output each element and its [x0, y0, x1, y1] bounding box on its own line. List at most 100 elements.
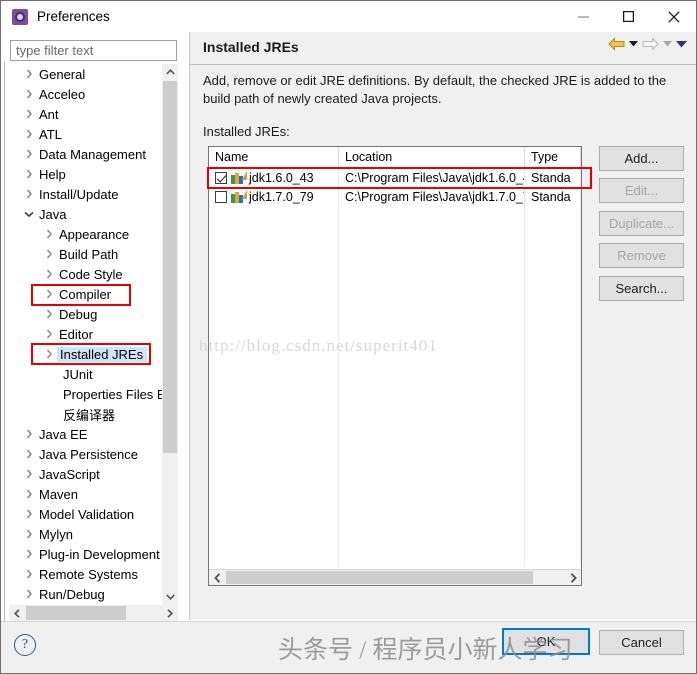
tree-item-javascript[interactable]: JavaScript — [9, 464, 161, 484]
chevron-right-icon[interactable] — [21, 569, 37, 579]
tree-item-mylyn[interactable]: Mylyn — [9, 524, 161, 544]
tree-item-data-management[interactable]: Data Management — [9, 144, 161, 164]
window-controls — [561, 1, 696, 32]
tree-item-properties-files-ed[interactable]: Properties Files Ed — [9, 384, 173, 404]
tree-item-installed-jres[interactable]: Installed JREs — [9, 344, 161, 364]
back-arrow-icon[interactable] — [608, 37, 625, 51]
tree-item-java-ee[interactable]: Java EE — [9, 424, 161, 444]
tree-scroll-up-arrow-icon[interactable] — [162, 64, 178, 80]
table-row[interactable]: jdk1.7.0_79 C:\Program Files\Java\jdk1.7.… — [209, 187, 581, 206]
tree-item-install-update[interactable]: Install/Update — [9, 184, 161, 204]
tree-item-atl[interactable]: ATL — [9, 124, 161, 144]
back-dropdown-chevron-down-icon[interactable] — [629, 41, 638, 47]
chevron-down-icon[interactable] — [21, 211, 37, 218]
jre-table[interactable]: Name Location Type jdk1.6.0_43 C:\Program… — [208, 146, 582, 586]
filter-input[interactable]: type filter text — [10, 40, 177, 61]
tree-item-label: ATL — [39, 126, 62, 142]
table-scroll-left-arrow-icon[interactable] — [209, 570, 225, 585]
table-row[interactable]: jdk1.6.0_43 C:\Program Files\Java\jdk1.6.… — [209, 168, 581, 187]
tree-item-label: Editor — [59, 326, 93, 342]
preferences-tree[interactable]: General Acceleo Ant ATL Data Management Help I… — [9, 64, 179, 620]
table-scroll-right-arrow-icon[interactable] — [565, 570, 581, 585]
chevron-right-icon[interactable] — [21, 429, 37, 439]
chevron-right-icon[interactable] — [41, 249, 57, 259]
chevron-right-icon[interactable] — [21, 589, 37, 599]
chevron-right-icon[interactable] — [21, 69, 37, 79]
tree-horizontal-scroll-thumb[interactable] — [26, 606, 126, 620]
tree-vertical-scrollbar[interactable] — [162, 64, 178, 605]
remove-button: Remove — [599, 243, 684, 268]
column-header-location[interactable]: Location — [339, 147, 525, 167]
chevron-right-icon[interactable] — [21, 449, 37, 459]
tree-item-plug-in-development[interactable]: Plug-in Development — [9, 544, 161, 564]
tree-item-model-validation[interactable]: Model Validation — [9, 504, 161, 524]
tree-item-java[interactable]: Java — [9, 204, 161, 224]
chevron-right-icon[interactable] — [21, 549, 37, 559]
chevron-right-icon[interactable] — [21, 129, 37, 139]
tree-item-ant[interactable]: Ant — [9, 104, 161, 124]
chevron-right-icon[interactable] — [21, 169, 37, 179]
table-horizontal-scrollbar[interactable] — [209, 569, 581, 585]
view-menu-chevron-down-icon[interactable] — [676, 40, 687, 48]
table-empty-row — [209, 377, 581, 396]
tree-item-label: Build Path — [59, 246, 119, 262]
tree-item-debug[interactable]: Debug — [9, 304, 161, 324]
chevron-right-icon[interactable] — [41, 289, 57, 299]
column-header-type[interactable]: Type — [525, 147, 581, 167]
preferences-tree-list: General Acceleo Ant ATL Data Management Help I… — [9, 64, 173, 604]
chevron-right-icon[interactable] — [21, 489, 37, 499]
title-bar: Preferences — [1, 1, 696, 32]
tree-scroll-down-arrow-icon[interactable] — [162, 589, 178, 605]
tree-item-[interactable]: 反编译器 — [9, 404, 161, 424]
jre-checkbox[interactable] — [215, 190, 227, 203]
close-button[interactable] — [651, 1, 696, 32]
help-question-icon[interactable]: ? — [14, 634, 36, 656]
tree-item-help[interactable]: Help — [9, 164, 161, 184]
chevron-right-icon[interactable] — [41, 329, 57, 339]
add-button[interactable]: Add... — [599, 146, 684, 171]
tree-item-acceleo[interactable]: Acceleo — [9, 84, 161, 104]
chevron-right-icon[interactable] — [41, 269, 57, 279]
preferences-window: Preferences type filter text General Acce… — [0, 0, 697, 674]
chevron-right-icon[interactable] — [21, 509, 37, 519]
maximize-button[interactable] — [606, 1, 651, 32]
minimize-button[interactable] — [561, 1, 606, 32]
chevron-right-icon[interactable] — [41, 309, 57, 319]
tree-item-run-debug[interactable]: Run/Debug — [9, 584, 161, 604]
chevron-right-icon[interactable] — [21, 149, 37, 159]
chevron-right-icon[interactable] — [41, 229, 57, 239]
tree-item-appearance[interactable]: Appearance — [9, 224, 161, 244]
jre-name-cell[interactable]: jdk1.7.0_79 — [209, 187, 339, 206]
tree-item-label: Data Management — [39, 146, 146, 162]
jre-type-cell: Standa — [525, 168, 581, 187]
tree-item-junit[interactable]: JUnit — [9, 364, 161, 384]
tree-scroll-left-arrow-icon[interactable] — [9, 605, 25, 621]
jre-checkbox[interactable] — [215, 171, 227, 184]
chevron-right-icon[interactable] — [21, 189, 37, 199]
tree-item-java-persistence[interactable]: Java Persistence — [9, 444, 161, 464]
chevron-right-icon[interactable] — [41, 349, 57, 359]
jre-name-cell[interactable]: jdk1.6.0_43 — [209, 168, 339, 187]
tree-item-code-style[interactable]: Code Style — [9, 264, 161, 284]
chevron-right-icon[interactable] — [21, 529, 37, 539]
tree-horizontal-scrollbar[interactable] — [9, 605, 178, 621]
chevron-right-icon[interactable] — [21, 109, 37, 119]
window-left-edge — [1, 61, 5, 621]
tree-item-build-path[interactable]: Build Path — [9, 244, 161, 264]
tree-item-compiler[interactable]: Compiler — [9, 284, 161, 304]
cancel-button[interactable]: Cancel — [599, 630, 684, 655]
chevron-right-icon[interactable] — [21, 469, 37, 479]
search-button[interactable]: Search... — [599, 276, 684, 301]
column-header-name[interactable]: Name — [209, 147, 339, 167]
tree-item-editor[interactable]: Editor — [9, 324, 161, 344]
ok-button[interactable]: OK — [502, 628, 590, 655]
tree-item-remote-systems[interactable]: Remote Systems — [9, 564, 161, 584]
chevron-right-icon[interactable] — [21, 89, 37, 99]
tree-item-general[interactable]: General — [9, 64, 161, 84]
table-empty-row — [209, 358, 581, 377]
table-horizontal-scroll-thumb[interactable] — [226, 571, 533, 584]
tree-item-maven[interactable]: Maven — [9, 484, 161, 504]
tree-vertical-scroll-thumb[interactable] — [163, 81, 177, 453]
table-empty-row — [209, 491, 581, 510]
tree-scroll-right-arrow-icon[interactable] — [162, 605, 178, 621]
